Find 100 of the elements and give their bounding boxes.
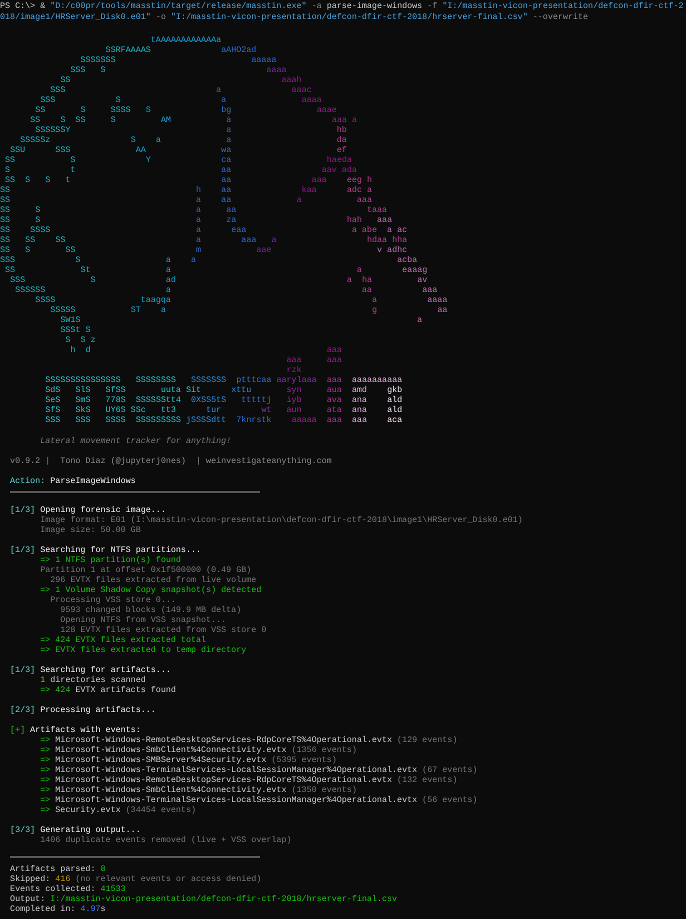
ascii-art-text: iyb (286, 395, 302, 405)
ascii-art-text: t (65, 175, 70, 185)
ascii-art-text: bg (221, 105, 232, 115)
ascii-art-text: haeda (326, 155, 352, 165)
step-header: [1/3] Searching for artifacts... (10, 665, 171, 675)
log-line: => Microsoft-Windows-RemoteDesktopServices-RdpCoreTS%4Operational.evtx (132 events) (40, 775, 458, 785)
ascii-art-text: S (45, 175, 50, 185)
ascii-art-text: SSSSSSSSSSSSSSS (45, 375, 121, 385)
ascii-art-text: SS (55, 235, 66, 245)
ascii-art-text: SS (5, 265, 16, 275)
ascii-art-text: a (372, 295, 377, 305)
ascii-art-text: aa (221, 185, 232, 195)
ascii-art-text: aca (387, 415, 402, 425)
ascii-art-text: SS (0, 245, 10, 255)
ascii-art-text: SS (0, 195, 10, 205)
ascii-art-text: S (80, 105, 86, 115)
ascii-art-text: ava (326, 395, 342, 405)
ascii-art-text: aaa (326, 345, 342, 355)
ascii-art-text: SlS (75, 385, 90, 395)
ascii-art-text: aa (437, 305, 448, 315)
ascii-art-text: tt3 (160, 405, 176, 415)
ascii-art-text: gkb (387, 385, 402, 395)
ascii-art-text: aun (286, 405, 302, 415)
ascii-art-text: wa (221, 145, 232, 155)
ascii-art-text: aa (221, 175, 232, 185)
ascii-art-text: SSSSSStt4 (136, 395, 181, 405)
log-line: Partition 1 at offset 0x1f500000 (0.49 GB) (40, 565, 252, 575)
ascii-art-text: SS (75, 115, 86, 125)
log-line: => 424 EVTX artifacts found (40, 685, 176, 695)
ascii-art-text: amd (352, 385, 367, 395)
ascii-art-text: aaa (422, 285, 438, 295)
ascii-art-text: SS (35, 105, 46, 115)
ascii-art-text: aaa (356, 195, 372, 205)
ascii-art-text: aa (221, 165, 232, 175)
ascii-art-text: 0XSS5tS (191, 395, 226, 405)
log-line: => Security.evtx (34454 events) (40, 805, 196, 815)
ascii-art-text: SS (5, 175, 16, 185)
ascii-art-text: aaae (316, 105, 337, 115)
ascii-art-text: a abe (352, 225, 377, 235)
ascii-art-text: S (100, 65, 106, 75)
ascii-art-text: AA (136, 145, 146, 155)
ascii-art-text: SSSSS (50, 305, 76, 315)
ascii-art-text: aaa (326, 375, 342, 385)
ascii-art-text: aua (326, 385, 342, 395)
ascii-art-text: a (226, 125, 232, 135)
ascii-art-text: ald (387, 395, 402, 405)
ascii-art-text: S (75, 255, 80, 265)
ascii-art-text: a (196, 215, 202, 225)
ascii-art-text: tAAAAAAAAAAAAa (150, 35, 222, 45)
ascii-art-text: aaa (352, 415, 367, 425)
ascii-art-text: aaa a (332, 115, 357, 125)
log-line: Processing VSS store 0... (50, 595, 176, 605)
ascii-art-text: ptttcaa (236, 375, 272, 385)
ascii-art-text: SSSt S (60, 325, 90, 335)
step-header: [1/3] Searching for NTFS partitions... (10, 545, 202, 555)
ascii-art-text: SSSS (30, 225, 50, 235)
log-line: => Microsoft-Windows-SmbClient%4Connectivity.evtx (1350 events) (40, 785, 357, 795)
ascii-art-text: a (166, 255, 171, 265)
ascii-art-text: a ac (387, 225, 408, 235)
ascii-art-text: rzk (286, 365, 302, 375)
log-line: 128 EVTX files extracted from VSS store 0 (60, 625, 266, 635)
ascii-art-text: 7knrstk (236, 415, 272, 425)
ascii-art-text: aae (256, 245, 272, 255)
ascii-art-text: ef (336, 145, 347, 155)
summary-line: Events collected: 41533 (10, 884, 126, 894)
ascii-art-text: a (196, 225, 202, 235)
ascii-art-text: tttttj (241, 395, 272, 405)
ascii-art-text: SSS (45, 415, 60, 425)
ascii-art-text: aaa (312, 175, 327, 185)
ascii-art-text: SSSS (35, 295, 56, 305)
step-header: [2/3] Processing artifacts... (10, 705, 156, 715)
ascii-art-text: aaac (292, 85, 312, 95)
ascii-art-text: AM (160, 115, 171, 125)
log-line: Image size: 50.00 GB (40, 525, 141, 535)
ascii-art-text: hb (336, 125, 347, 135)
ascii-art-text: a (226, 115, 232, 125)
ascii-art-text: S (5, 165, 10, 175)
ascii-art-text: SSSSSz (20, 135, 50, 145)
ascii-art-text: S (25, 175, 30, 185)
ascii-art-text: a (356, 265, 362, 275)
ascii-art-text: S (25, 245, 30, 255)
ascii-art-text: SSU (10, 145, 26, 155)
ascii-art-text: SS (0, 215, 10, 225)
ascii-art-text: eeg h (346, 175, 372, 185)
ascii-art-text: SfS (45, 405, 60, 415)
ascii-art-text: a (271, 235, 276, 245)
log-line: => Microsoft-Windows-SmbClient%4Connectivity.evtx (1356 events) (40, 745, 357, 755)
ascii-art-text: aarylaaa (276, 375, 317, 385)
ascii-art-text: SSSS (106, 415, 126, 425)
log-line: => EVTX files extracted to temp directory (40, 645, 246, 655)
ascii-art-text: SSS (55, 145, 70, 155)
ascii-art-text: Y (146, 155, 151, 165)
ascii-art-text: aa (221, 195, 232, 205)
ascii-art-text: SSS (50, 85, 66, 95)
ascii-art-text: SfSS (106, 385, 126, 395)
summary-line: Output: I:/masstin-vicon-presentation/defcon-dfir-ctf-2018/hrserver-final.csv (10, 894, 398, 904)
ascii-art-text: a (196, 205, 202, 215)
summary-line: Skipped: 416 (no relevant events or access denied) (10, 874, 262, 884)
ascii-art-text: a (226, 135, 232, 145)
ascii-art-text: S (90, 275, 96, 285)
